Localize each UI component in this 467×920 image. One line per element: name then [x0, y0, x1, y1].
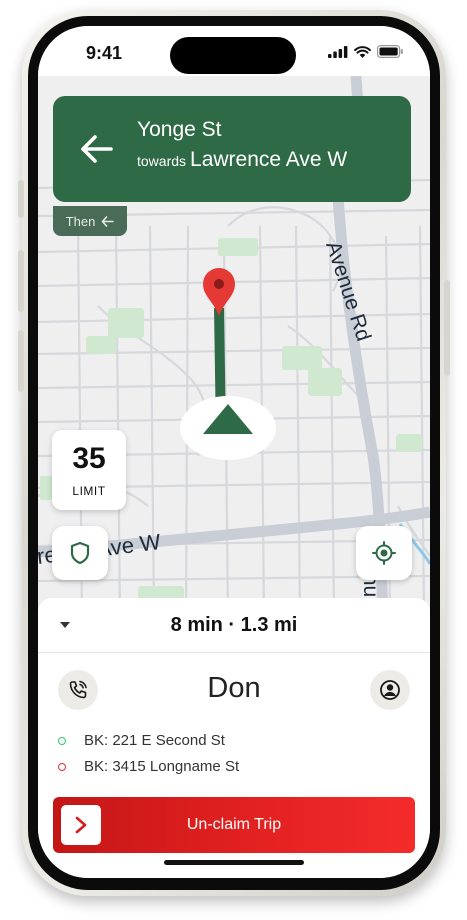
unclaim-trip-button[interactable]: Un-claim Trip [53, 797, 415, 853]
speed-limit-value: 35 [72, 442, 106, 475]
nav-towards-prefix: towards [137, 153, 187, 169]
pickup-dot-icon [58, 736, 66, 745]
stop-label: BK: 221 E Second St [84, 732, 225, 749]
battery-icon [377, 45, 403, 58]
unclaim-icon-box [61, 805, 101, 845]
back-arrow-icon [81, 135, 113, 163]
dropoff-dot-icon [58, 762, 66, 771]
dynamic-island [170, 37, 296, 74]
side-button [18, 330, 24, 392]
then-label: Then [65, 213, 96, 229]
chevron-right-icon [75, 816, 87, 834]
wifi-icon [354, 45, 371, 58]
speed-limit-label: LIMIT [72, 484, 106, 498]
stop-dropoff: BK: 3415 Longname St [58, 758, 239, 775]
status-bar: 9:41 [38, 26, 430, 76]
signal-icon [328, 45, 348, 58]
home-indicator [164, 860, 304, 865]
status-time: 9:41 [86, 43, 123, 63]
navigation-banner[interactable]: Yonge St towards Lawrence Ave W [53, 96, 411, 202]
side-button [18, 180, 24, 218]
nav-towards-street: Lawrence Ave W [190, 148, 348, 171]
stop-pickup: BK: 221 E Second St [58, 732, 225, 749]
stop-label: BK: 3415 Longname St [84, 758, 240, 775]
trip-sheet: 8 min · 1.3 mi Don BK: 221 E Second St B… [38, 598, 430, 878]
crosshair-icon [372, 541, 396, 565]
unclaim-trip-label: Un-claim Trip [186, 816, 282, 833]
nav-towards: towards Lawrence Ave W [137, 148, 347, 172]
then-chip[interactable]: Then [53, 206, 127, 236]
profile-button[interactable] [370, 670, 410, 710]
safety-button[interactable] [52, 526, 108, 580]
recenter-button[interactable] [356, 526, 412, 580]
side-button [18, 250, 24, 312]
shield-icon [70, 541, 90, 565]
trip-eta: 8 min · 1.3 mi [170, 614, 298, 636]
screen: 9:41 Avenue Rd Ave W Yonge St towards La… [38, 26, 430, 878]
speed-limit-card: 35 LIMIT [52, 430, 126, 510]
then-arrow-icon [102, 215, 115, 227]
side-button [444, 280, 450, 376]
user-icon [380, 680, 400, 700]
status-icons [328, 45, 404, 58]
sheet-header[interactable]: 8 min · 1.3 mi [38, 598, 430, 653]
nav-street-name: Yonge St [137, 118, 222, 141]
